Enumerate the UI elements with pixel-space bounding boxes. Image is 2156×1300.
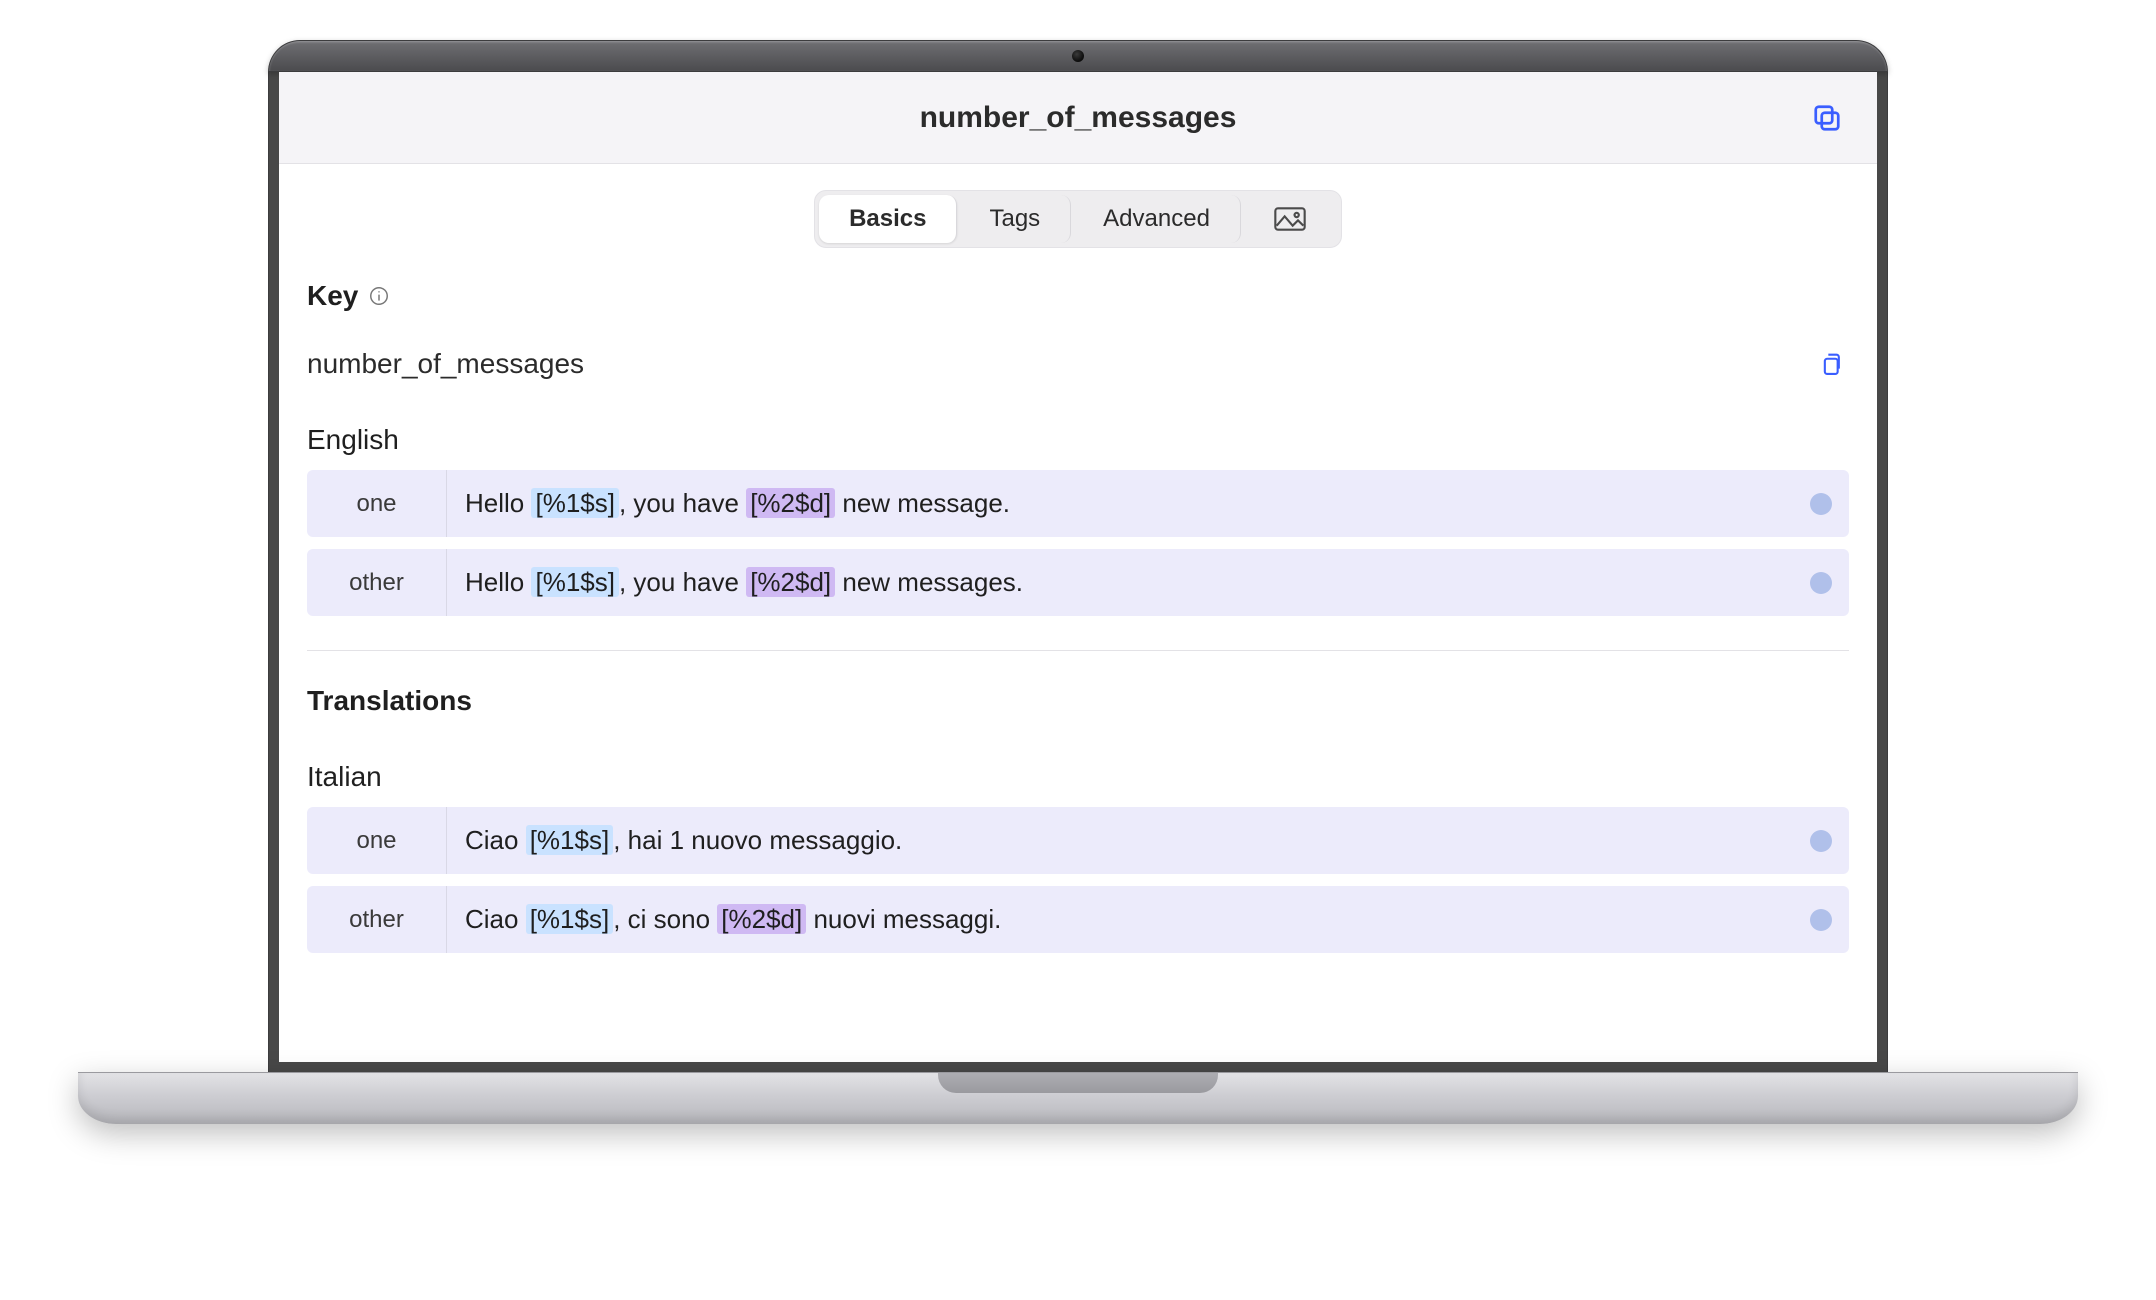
laptop-notch xyxy=(938,1073,1218,1093)
key-value: number_of_messages xyxy=(307,348,584,380)
translations-section-title: Translations xyxy=(307,685,1849,717)
copy-button[interactable] xyxy=(1805,96,1849,140)
placeholder-token[interactable]: [%1$s] xyxy=(531,488,619,518)
placeholder-token[interactable]: [%2$d] xyxy=(746,567,835,597)
status-dot-icon xyxy=(1810,830,1832,852)
tab-basics[interactable]: Basics xyxy=(819,195,957,243)
plural-category: one xyxy=(307,470,447,537)
tab-advanced[interactable]: Advanced xyxy=(1073,195,1241,243)
plural-category: other xyxy=(307,886,447,953)
plural-row[interactable]: otherCiao [%1$s], ci sono [%2$d] nuovi m… xyxy=(307,886,1849,953)
camera-icon xyxy=(1072,50,1084,62)
copy-icon xyxy=(1809,100,1845,136)
status-cell[interactable] xyxy=(1793,886,1849,953)
plural-category: one xyxy=(307,807,447,874)
translation-plurals: oneCiao [%1$s], hai 1 nuovo messaggio.ot… xyxy=(307,807,1849,953)
tab-tags[interactable]: Tags xyxy=(959,195,1071,243)
plural-row[interactable]: oneHello [%1$s], you have [%2$d] new mes… xyxy=(307,470,1849,537)
translations-list: Italian oneCiao [%1$s], hai 1 nuovo messa… xyxy=(307,761,1849,953)
status-dot-icon xyxy=(1810,572,1832,594)
laptop-mock: number_of_messages BasicsTagsAdvanced Ke… xyxy=(268,40,1888,1124)
section-divider xyxy=(307,650,1849,651)
source-plurals: oneHello [%1$s], you have [%2$d] new mes… xyxy=(307,470,1849,616)
plural-row[interactable]: otherHello [%1$s], you have [%2$d] new m… xyxy=(307,549,1849,616)
plural-text[interactable]: Hello [%1$s], you have [%2$d] new messag… xyxy=(447,470,1793,537)
info-icon[interactable] xyxy=(368,285,390,307)
laptop-top-bezel xyxy=(268,40,1888,72)
copy-key-button[interactable] xyxy=(1817,348,1849,380)
titlebar: number_of_messages xyxy=(279,72,1877,164)
placeholder-token[interactable]: [%1$s] xyxy=(526,825,614,855)
placeholder-token[interactable]: [%1$s] xyxy=(526,904,614,934)
status-dot-icon xyxy=(1810,493,1832,515)
plural-text[interactable]: Ciao [%1$s], hai 1 nuovo messaggio. xyxy=(447,807,1793,874)
placeholder-token[interactable]: [%2$d] xyxy=(717,904,806,934)
status-cell[interactable] xyxy=(1793,807,1849,874)
plural-category: other xyxy=(307,549,447,616)
image-icon xyxy=(1273,207,1307,231)
key-label: Key xyxy=(307,280,358,312)
placeholder-token[interactable]: [%2$d] xyxy=(746,488,835,518)
plural-row[interactable]: oneCiao [%1$s], hai 1 nuovo messaggio. xyxy=(307,807,1849,874)
status-cell[interactable] xyxy=(1793,470,1849,537)
status-cell[interactable] xyxy=(1793,549,1849,616)
tabbar-wrap: BasicsTagsAdvanced xyxy=(279,190,1877,248)
copy-icon xyxy=(1819,350,1847,378)
placeholder-token[interactable]: [%1$s] xyxy=(531,567,619,597)
screen: number_of_messages BasicsTagsAdvanced Ke… xyxy=(279,72,1877,1062)
laptop-base xyxy=(78,1072,2078,1124)
key-label-row: Key xyxy=(307,280,1849,312)
content-area: Key number_of_messages xyxy=(279,248,1877,1062)
segmented-control: BasicsTagsAdvanced xyxy=(814,190,1342,248)
source-language-title: English xyxy=(307,424,1849,456)
plural-text[interactable]: Ciao [%1$s], ci sono [%2$d] nuovi messag… xyxy=(447,886,1793,953)
laptop-side-bezel: number_of_messages BasicsTagsAdvanced Ke… xyxy=(268,72,1888,1072)
status-dot-icon xyxy=(1810,909,1832,931)
plural-text[interactable]: Hello [%1$s], you have [%2$d] new messag… xyxy=(447,549,1793,616)
key-row: number_of_messages xyxy=(307,348,1849,380)
translation-language-title: Italian xyxy=(307,761,1849,793)
tab-screenshots[interactable] xyxy=(1243,195,1337,243)
page-title: number_of_messages xyxy=(920,101,1237,135)
